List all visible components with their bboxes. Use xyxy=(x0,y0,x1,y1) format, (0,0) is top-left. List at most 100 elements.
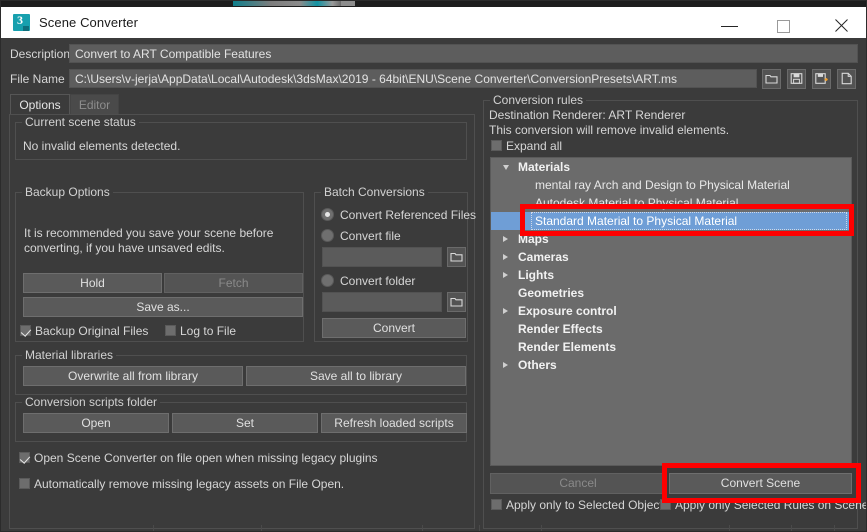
batch-conversions-caption: Batch Conversions xyxy=(321,185,428,199)
radio-convert-referenced-files[interactable]: Convert Referenced Files xyxy=(321,208,476,222)
tree-item-maps[interactable]: Maps xyxy=(491,230,851,248)
overwrite-all-from-library-button[interactable]: Overwrite all from library xyxy=(23,366,243,386)
bottom-divider xyxy=(729,525,730,531)
checkbox-box xyxy=(491,140,502,151)
tree-item-label: Geometries xyxy=(518,286,585,300)
maximize-button[interactable] xyxy=(762,13,808,38)
apply-selected-objects-checkbox[interactable]: Apply only to Selected Objects xyxy=(491,499,669,512)
auto-remove-legacy-assets-label: Automatically remove missing legacy asse… xyxy=(34,477,345,491)
log-to-file-checkbox[interactable]: Log to File xyxy=(165,325,236,338)
checkbox-box xyxy=(19,478,30,489)
chevron-right-icon[interactable] xyxy=(503,308,508,314)
destination-renderer-text: Destination Renderer: ART Renderer xyxy=(489,108,686,122)
window-title: Scene Converter xyxy=(39,15,139,30)
radio-convert-folder-label: Convert folder xyxy=(340,274,416,288)
bottom-divider xyxy=(834,525,835,531)
material-libraries-caption: Material libraries xyxy=(22,348,117,362)
tree-item-label: Materials xyxy=(518,160,571,174)
bottom-divider xyxy=(422,525,423,531)
set-scripts-folder-button[interactable]: Set xyxy=(172,413,318,433)
radio-convert-folder[interactable]: Convert folder xyxy=(321,274,416,288)
scene-converter-window: Scene Converter Description Convert to A… xyxy=(0,0,867,532)
open-scene-converter-label: Open Scene Converter on file open when m… xyxy=(34,451,378,465)
top-accent-band xyxy=(233,1,341,6)
checkbox-box xyxy=(660,499,671,510)
open-folder-icon[interactable] xyxy=(447,247,466,267)
expand-all-label: Expand all xyxy=(506,139,563,153)
save-icon[interactable] xyxy=(787,69,806,89)
3dsmax-icon xyxy=(13,13,30,31)
tree-item-lights[interactable]: Lights xyxy=(491,266,851,284)
chevron-right-icon[interactable] xyxy=(503,236,508,242)
tree-item-label: Autodesk Material to Physical Material xyxy=(535,196,739,210)
tree-item-label: Maps xyxy=(518,232,549,246)
auto-remove-legacy-assets-checkbox[interactable]: Automatically remove missing legacy asse… xyxy=(19,478,344,491)
backup-note-line1: It is recommended you save your scene be… xyxy=(24,226,274,240)
tree-item-others[interactable]: Others xyxy=(491,356,851,374)
tab-editor[interactable]: Editor xyxy=(70,94,119,115)
chevron-right-icon[interactable] xyxy=(503,272,508,278)
tree-item-materials[interactable]: Materials xyxy=(491,158,851,176)
bottom-divider xyxy=(479,525,480,531)
description-label: Description xyxy=(10,47,71,61)
new-file-icon[interactable] xyxy=(837,69,856,89)
checkbox-box xyxy=(491,499,502,510)
convert-scene-button[interactable]: Convert Scene xyxy=(669,473,852,494)
apply-selected-objects-label: Apply only to Selected Objects xyxy=(506,498,669,512)
open-folder-icon[interactable] xyxy=(447,292,466,312)
remove-invalid-warning: This conversion will remove invalid elem… xyxy=(489,123,730,137)
title-bar: Scene Converter xyxy=(1,7,866,38)
top-accent-band-2 xyxy=(341,1,355,6)
close-button[interactable] xyxy=(818,13,864,38)
cancel-button[interactable]: Cancel xyxy=(490,473,666,494)
fetch-button[interactable]: Fetch xyxy=(164,273,303,293)
tree-item-render-elements[interactable]: Render Elements xyxy=(491,338,851,356)
chevron-down-icon[interactable] xyxy=(503,165,509,170)
open-scripts-folder-button[interactable]: Open xyxy=(23,413,169,433)
conversion-scripts-caption: Conversion scripts folder xyxy=(22,395,161,409)
minimize-button[interactable] xyxy=(707,13,753,38)
tree-item-cameras[interactable]: Cameras xyxy=(491,248,851,266)
tree-item-render-effects[interactable]: Render Effects xyxy=(491,320,851,338)
checkbox-box xyxy=(165,325,176,336)
chevron-right-icon[interactable] xyxy=(503,362,508,368)
bottom-divider xyxy=(541,525,542,531)
tree-item-standard-material[interactable]: Standard Material to Physical Material xyxy=(491,212,851,230)
scene-status-caption: Current scene status xyxy=(22,115,139,129)
radio-convert-file[interactable]: Convert file xyxy=(321,229,401,243)
tree-item-label: Render Effects xyxy=(518,322,603,336)
expand-all-checkbox[interactable]: Expand all xyxy=(491,140,562,153)
radio-circle xyxy=(321,208,334,221)
radio-circle xyxy=(321,274,334,287)
chevron-right-icon[interactable] xyxy=(503,254,508,260)
save-as-button[interactable]: Save as... xyxy=(23,297,303,317)
description-input[interactable]: Convert to ART Compatible Features xyxy=(69,44,858,63)
radio-convert-file-label: Convert file xyxy=(340,229,401,243)
convert-folder-path-input[interactable] xyxy=(322,292,442,312)
conversion-rules-caption: Conversion rules xyxy=(490,93,587,107)
tree-item-geometries[interactable]: Geometries xyxy=(491,284,851,302)
conversion-rules-tree[interactable]: Materials mental ray Arch and Design to … xyxy=(490,157,852,466)
refresh-loaded-scripts-button[interactable]: Refresh loaded scripts xyxy=(321,413,467,433)
file-name-label: File Name xyxy=(10,72,65,86)
open-scene-converter-checkbox[interactable]: Open Scene Converter on file open when m… xyxy=(19,452,378,465)
tree-item-label: Standard Material to Physical Material xyxy=(535,214,738,228)
backup-original-files-checkbox[interactable]: Backup Original Files xyxy=(20,325,148,338)
apply-selected-rules-label: Apply only Selected Rules on Scene xyxy=(675,498,867,512)
tree-item-exposure-control[interactable]: Exposure control xyxy=(491,302,851,320)
convert-button[interactable]: Convert xyxy=(322,318,466,338)
bottom-divider xyxy=(261,525,262,531)
bottom-divider xyxy=(153,525,154,531)
tab-options[interactable]: Options xyxy=(10,94,70,115)
save-as-icon[interactable] xyxy=(812,69,831,89)
apply-selected-rules-checkbox[interactable]: Apply only Selected Rules on Scene xyxy=(660,498,867,512)
file-name-input[interactable]: C:\Users\v-jerja\AppData\Local\Autodesk\… xyxy=(69,69,757,88)
save-all-to-library-button[interactable]: Save all to library xyxy=(246,366,466,386)
tree-item-label: Cameras xyxy=(518,250,569,264)
tree-item-autodesk-material[interactable]: Autodesk Material to Physical Material xyxy=(491,194,851,212)
hold-button[interactable]: Hold xyxy=(23,273,162,293)
open-folder-icon[interactable] xyxy=(762,69,781,89)
backup-options-caption: Backup Options xyxy=(22,185,113,199)
convert-file-path-input[interactable] xyxy=(322,247,442,267)
tree-item-mental-ray-arch-design[interactable]: mental ray Arch and Design to Physical M… xyxy=(491,176,851,194)
